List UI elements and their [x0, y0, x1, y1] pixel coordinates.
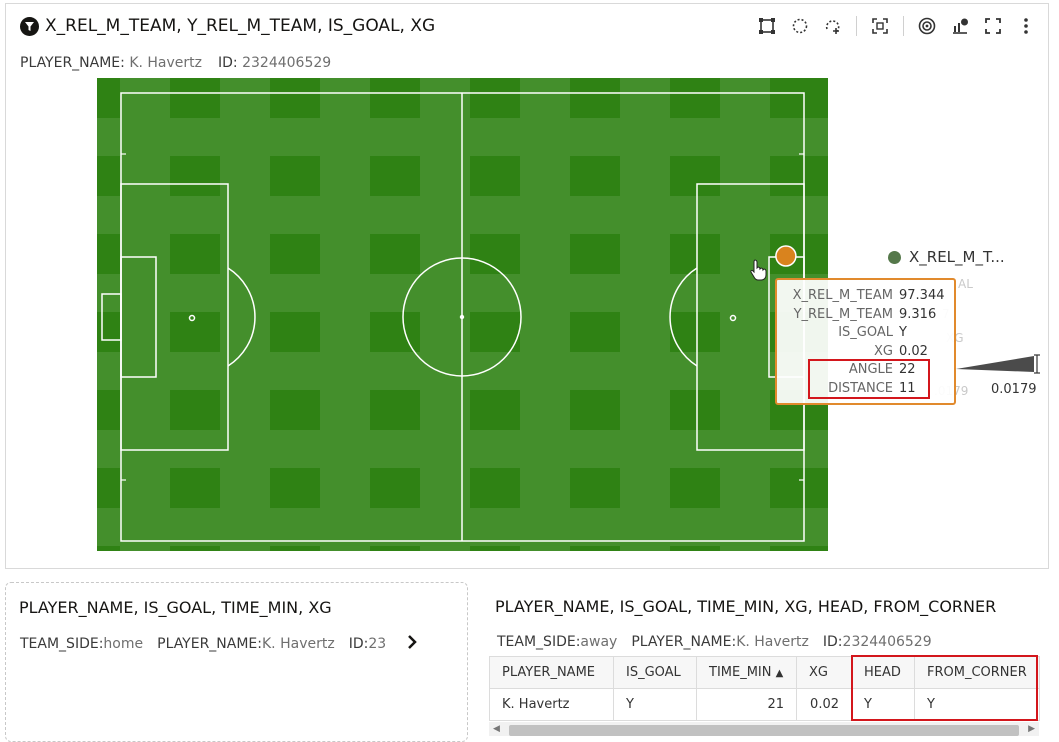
legend-label: X_REL_M_T... — [909, 248, 1005, 266]
legend-marker — [888, 250, 901, 264]
filter-id[interactable]: ID:2324406529 — [823, 634, 932, 650]
rectangle-select-icon[interactable] — [757, 16, 777, 36]
more-options-icon[interactable] — [1016, 16, 1036, 36]
zoom-fit-icon[interactable] — [870, 16, 890, 36]
filter-id[interactable]: ID:23 — [349, 636, 386, 652]
chart-toolbar — [757, 16, 1036, 36]
scroll-thumb[interactable] — [509, 725, 1019, 736]
column-header-player-name[interactable]: PLAYER_NAME — [489, 656, 614, 689]
filter-team-side[interactable]: TEAM_SIDE:away — [497, 634, 617, 650]
cell-player-name: K. Havertz — [489, 688, 614, 721]
scatter-title-row: X_REL_M_TEAM, Y_REL_M_TEAM, IS_GOAL, XG — [20, 16, 435, 36]
toolbar-separator — [903, 16, 904, 36]
tooltip-row: X_REL_M_TEAM 97.344 — [792, 288, 945, 303]
chart-options-icon[interactable] — [950, 16, 970, 36]
fullscreen-icon[interactable] — [983, 16, 1003, 36]
filter-player-name[interactable]: PLAYER_NAME:K. Havertz — [631, 634, 809, 650]
column-header-time-min[interactable]: TIME_MIN ▲ — [696, 656, 797, 689]
scatter-filters: PLAYER_NAME: K. Havertz ID: 2324406529 — [20, 55, 331, 71]
toolbar-separator — [856, 16, 857, 36]
highlight-box-head-corner — [851, 655, 1038, 721]
bottom-left-filters: TEAM_SIDE:home PLAYER_NAME:K. Havertz ID… — [20, 634, 418, 654]
hand-cursor-icon — [750, 259, 767, 281]
column-header-is-goal[interactable]: IS_GOAL — [613, 656, 697, 689]
filter-player-name[interactable]: PLAYER_NAME: K. Havertz — [20, 55, 202, 71]
target-icon[interactable] — [917, 16, 937, 36]
tooltip-row: IS_GOAL Y — [838, 325, 907, 340]
sort-ascending-icon[interactable]: ▲ — [776, 668, 784, 679]
chart-legend[interactable]: X_REL_M_T... — [888, 248, 1005, 266]
scroll-left-icon[interactable]: ◀ — [493, 724, 500, 734]
horizontal-scrollbar[interactable]: ◀ ▶ — [489, 722, 1039, 736]
chevron-right-icon[interactable] — [406, 634, 418, 654]
bottom-left-title: PLAYER_NAME, IS_GOAL, TIME_MIN, XG — [19, 598, 332, 617]
filter-id[interactable]: ID: 2324406529 — [218, 55, 331, 71]
lasso-add-icon[interactable] — [823, 16, 843, 36]
soccer-pitch[interactable] — [97, 78, 828, 551]
cell-time-min: 21 — [696, 688, 797, 721]
bottom-left-panel: PLAYER_NAME, IS_GOAL, TIME_MIN, XG TEAM_… — [5, 582, 468, 742]
xg-bar-label: 0.0179 — [991, 382, 1037, 397]
highlight-box-angle-distance — [808, 359, 930, 399]
filter-player-name[interactable]: PLAYER_NAME:K. Havertz — [157, 636, 335, 652]
bottom-right-title: PLAYER_NAME, IS_GOAL, TIME_MIN, XG, HEAD… — [495, 597, 997, 616]
filter-team-side[interactable]: TEAM_SIDE:home — [20, 636, 143, 652]
filter-icon[interactable] — [20, 16, 39, 36]
column-header-xg[interactable]: XG — [796, 656, 852, 689]
cell-xg: 0.02 — [796, 688, 852, 721]
scroll-right-icon[interactable]: ▶ — [1028, 724, 1035, 734]
ghost-label: AL — [958, 277, 973, 291]
scatter-title: X_REL_M_TEAM, Y_REL_M_TEAM, IS_GOAL, XG — [45, 16, 436, 36]
tooltip-row: Y_REL_M_TEAM 9.316 — [793, 306, 937, 322]
cell-is-goal: Y — [613, 688, 697, 721]
lasso-select-icon[interactable] — [790, 16, 810, 36]
bottom-right-filters: TEAM_SIDE:away PLAYER_NAME:K. Havertz ID… — [497, 634, 932, 650]
